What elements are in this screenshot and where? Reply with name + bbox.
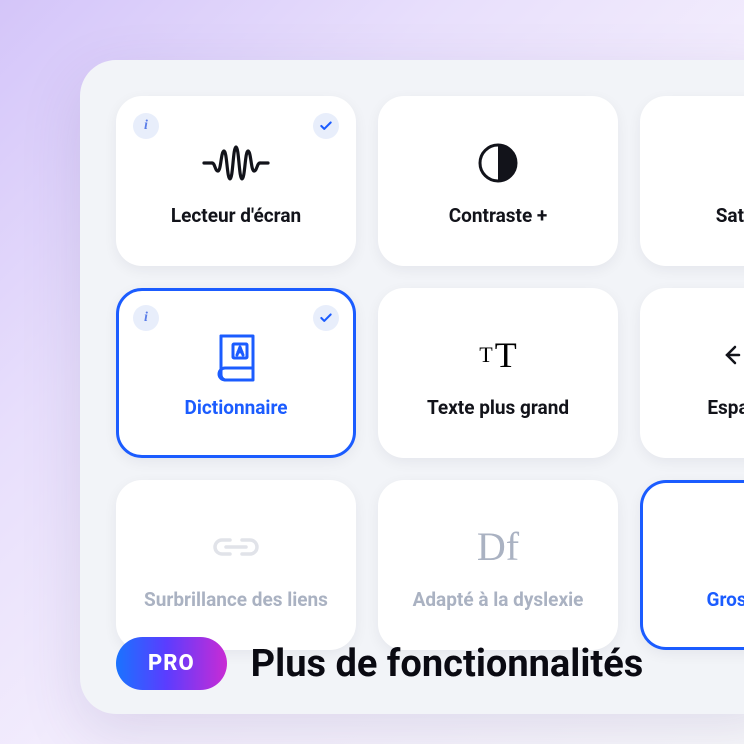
pro-badge[interactable]: PRO: [116, 637, 227, 690]
tile-big-cursor[interactable]: Gros curseur: [640, 480, 744, 650]
footer: PRO Plus de fonctionnalités: [116, 637, 744, 690]
accessibility-panel: i Lecteur d'écran Contraste +: [80, 60, 744, 714]
tile-screen-reader[interactable]: i Lecteur d'écran: [116, 96, 356, 266]
tile-label: Contraste +: [439, 205, 558, 228]
tile-bigger-text[interactable]: TT Texte plus grand: [378, 288, 618, 458]
tile-label: Surbrillance des liens: [134, 589, 338, 612]
tile-label: Espacement: [697, 397, 744, 420]
check-icon: [313, 305, 339, 331]
tile-label: Dictionnaire: [175, 397, 298, 420]
contrast-icon: [476, 135, 520, 191]
droplet-icon: [740, 135, 744, 191]
waveform-icon: [200, 135, 272, 191]
tile-saturation[interactable]: Saturation: [640, 96, 744, 266]
tile-dyslexia[interactable]: Df Adapté à la dyslexie: [378, 480, 618, 650]
tile-label: Lecteur d'écran: [161, 205, 311, 228]
dictionary-icon: [209, 327, 263, 383]
check-icon: [313, 113, 339, 139]
spacing-icon: [725, 327, 744, 383]
link-icon: [208, 519, 264, 575]
tile-link-highlight[interactable]: Surbrillance des liens: [116, 480, 356, 650]
info-icon[interactable]: i: [133, 113, 159, 139]
tile-contrast[interactable]: Contraste +: [378, 96, 618, 266]
tile-spacing[interactable]: Espacement: [640, 288, 744, 458]
tile-label: Gros curseur: [697, 589, 744, 612]
cursor-icon: [738, 519, 744, 575]
tile-label: Adapté à la dyslexie: [403, 589, 594, 612]
dyslexia-icon: Df: [477, 519, 519, 575]
tile-label: Saturation: [706, 205, 744, 228]
info-icon[interactable]: i: [133, 305, 159, 331]
tile-label: Texte plus grand: [417, 397, 579, 420]
text-size-icon: TT: [479, 327, 516, 383]
footer-title: Plus de fonctionnalités: [251, 642, 644, 686]
tile-dictionary[interactable]: i Dictionnaire: [116, 288, 356, 458]
tiles-grid: i Lecteur d'écran Contraste +: [116, 96, 744, 650]
